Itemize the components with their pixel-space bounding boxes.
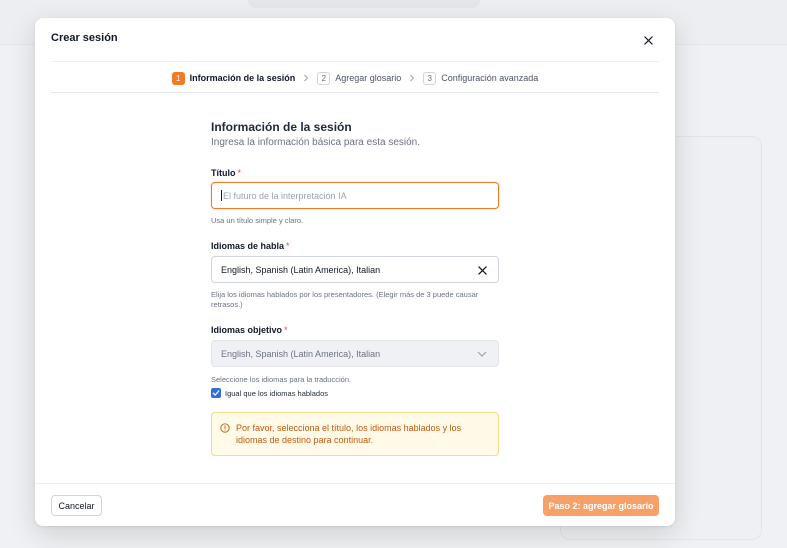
required-mark: * bbox=[237, 168, 242, 178]
session-info-form: Información de la sesión Ingresa la info… bbox=[211, 120, 499, 456]
text-caret bbox=[221, 190, 222, 201]
chevron-right-icon bbox=[409, 74, 415, 82]
spoken-languages-help: Elija los idiomas hablados por los prese… bbox=[211, 290, 479, 309]
validation-alert: Por favor, selecciona el título, los idi… bbox=[211, 412, 499, 456]
step-number: 1 bbox=[171, 71, 185, 85]
target-languages-select: English, Spanish (Latin America), Italia… bbox=[211, 340, 499, 367]
title-placeholder: El futuro de la interpretación IA bbox=[223, 190, 347, 201]
target-languages-label: Idiomas objetivo * bbox=[211, 325, 288, 335]
check-icon bbox=[212, 390, 220, 396]
background-header-pill bbox=[248, 0, 480, 8]
cancel-button[interactable]: Cancelar bbox=[51, 495, 102, 516]
same-as-spoken-checkbox-row[interactable]: Igual que los idiomas hablados bbox=[211, 388, 328, 398]
title-label: Título * bbox=[211, 168, 242, 178]
stepper: 1 Información de la sesión 2 Agregar glo… bbox=[35, 70, 675, 86]
same-as-spoken-label: Igual que los idiomas hablados bbox=[225, 388, 328, 398]
section-title: Información de la sesión bbox=[211, 120, 352, 134]
dialog-title: Crear sesión bbox=[51, 32, 118, 44]
next-step-button[interactable]: Paso 2: agregar glosario bbox=[543, 495, 659, 516]
create-session-dialog: Crear sesión 1 Información de la sesión … bbox=[35, 18, 675, 526]
spoken-languages-select[interactable]: English, Spanish (Latin America), Italia… bbox=[211, 256, 499, 283]
spoken-languages-value: English, Spanish (Latin America), Italia… bbox=[221, 264, 381, 275]
same-as-spoken-checkbox[interactable] bbox=[211, 388, 221, 398]
close-button[interactable] bbox=[640, 32, 656, 48]
spoken-languages-label: Idiomas de habla * bbox=[211, 241, 290, 251]
target-languages-value: English, Spanish (Latin America), Italia… bbox=[221, 348, 381, 359]
title-input[interactable]: El futuro de la interpretación IA bbox=[211, 182, 499, 209]
clear-selection-button[interactable] bbox=[476, 264, 488, 276]
close-icon bbox=[643, 35, 653, 45]
step-advanced-config[interactable]: 3 Configuración avanzada bbox=[423, 71, 539, 85]
chevron-down-icon bbox=[476, 348, 488, 360]
required-mark: * bbox=[284, 325, 288, 335]
title-help: Usa un título simple y claro. bbox=[211, 216, 304, 225]
step-label: Configuración avanzada bbox=[441, 73, 539, 83]
header-divider bbox=[51, 61, 659, 62]
step-number: 3 bbox=[423, 71, 437, 85]
required-mark: * bbox=[286, 241, 290, 251]
info-circle-icon bbox=[220, 423, 230, 433]
step-number: 2 bbox=[317, 71, 331, 85]
close-icon bbox=[477, 265, 487, 275]
footer-divider bbox=[35, 483, 675, 484]
step-session-info[interactable]: 1 Información de la sesión bbox=[171, 71, 296, 85]
step-add-glossary[interactable]: 2 Agregar glosario bbox=[317, 71, 402, 85]
step-label: Información de la sesión bbox=[189, 73, 296, 83]
step-label: Agregar glosario bbox=[335, 73, 402, 83]
stepper-divider bbox=[51, 92, 659, 93]
chevron-right-icon bbox=[303, 74, 309, 82]
section-subtitle: Ingresa la información básica para esta … bbox=[211, 137, 421, 148]
alert-text: Por favor, selecciona el título, los idi… bbox=[236, 423, 462, 445]
target-languages-help: Seleccione los idiomas para la traducció… bbox=[211, 375, 352, 384]
